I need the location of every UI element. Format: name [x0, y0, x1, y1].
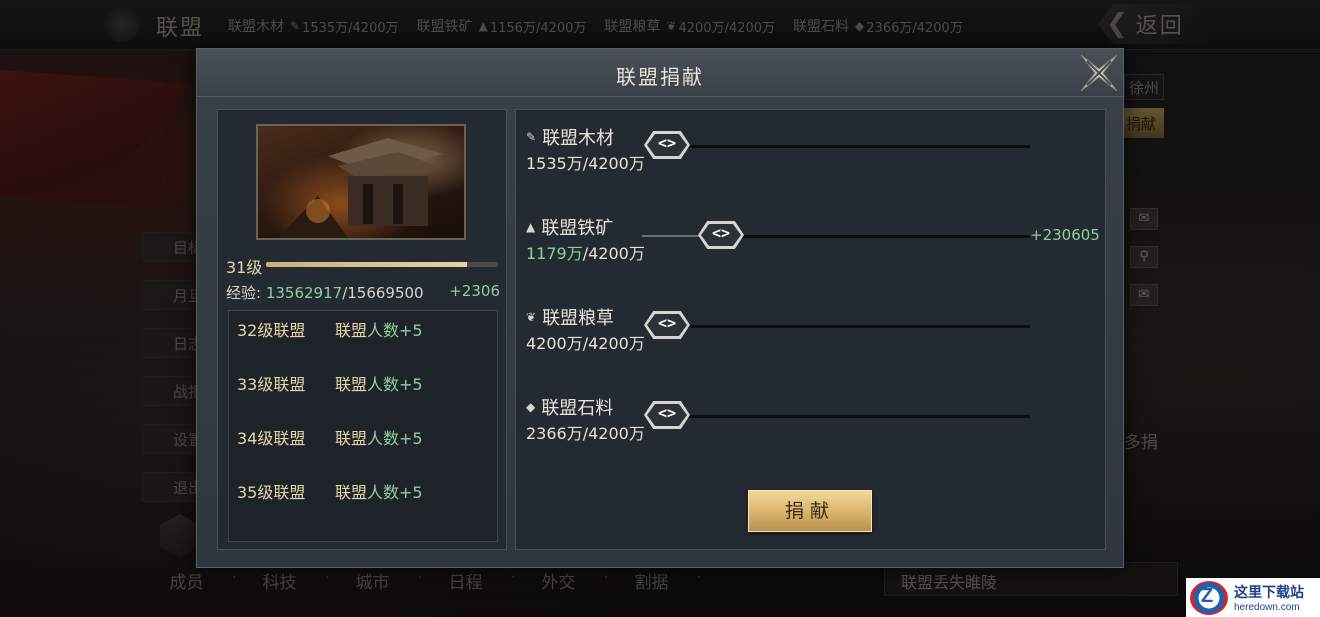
unlock-prefix: 联盟 — [335, 375, 368, 394]
list-item: 33级联盟 联盟 人数+5 — [237, 371, 497, 395]
watermark-text: 这里下载站 heredown.com — [1234, 582, 1304, 613]
resource-amount: 2366万/4200万 — [526, 420, 645, 444]
resource-current: 4200万 — [526, 334, 583, 353]
donation-slider-track[interactable] — [676, 145, 1030, 148]
resource-name-label: 联盟木材 — [542, 128, 615, 149]
unlock-level: 32级联盟 — [237, 321, 306, 340]
watermark-en: heredown.com — [1234, 602, 1300, 613]
alliance-level: 31级 — [226, 258, 263, 277]
donation-gain: +230605 — [1030, 226, 1100, 244]
alliance-level-panel: 31级 经验: 13562917/15669500 +2306 32级联盟 联盟… — [217, 109, 507, 550]
close-icon — [1080, 54, 1118, 92]
unlock-benefit: 人数+5 — [367, 429, 423, 448]
donation-slider-filled — [642, 235, 702, 237]
slider-arrows-icon: <> — [657, 314, 677, 332]
resource-current: 1535万 — [526, 154, 583, 173]
stone-icon: ◆ — [526, 400, 536, 414]
resource-name: ❦ 联盟粮草 — [526, 304, 614, 330]
resource-name: ◆ 联盟石料 — [526, 394, 613, 420]
wood-icon: ✎ — [526, 130, 537, 144]
resource-current: 1179万 — [526, 244, 583, 263]
unlock-prefix: 联盟 — [335, 483, 368, 502]
unlock-benefit: 人数+5 — [367, 375, 423, 394]
resource-total: /4200万 — [582, 334, 645, 353]
unlock-prefix: 联盟 — [335, 321, 368, 340]
unlock-level: 34级联盟 — [237, 429, 306, 448]
slider-arrows-icon: <> — [657, 134, 677, 152]
list-item: 34级联盟 联盟 人数+5 — [237, 425, 497, 449]
alliance-city-image — [256, 124, 466, 240]
resource-name: ✎ 联盟木材 — [526, 124, 614, 150]
experience-current: 13562917 — [265, 284, 343, 302]
donation-slider-track[interactable] — [676, 325, 1030, 328]
resource-name-label: 联盟粮草 — [542, 308, 615, 329]
palace-illustration — [278, 138, 443, 238]
resource-amount: 4200万/4200万 — [526, 330, 645, 354]
experience-row: 经验: 13562917/15669500 +2306 — [226, 282, 500, 303]
donation-slider-handle[interactable]: <> — [644, 311, 690, 339]
unlock-level: 35级联盟 — [237, 483, 306, 502]
experience-label: 经验: — [226, 284, 262, 302]
slider-arrows-icon: <> — [657, 404, 677, 422]
list-item: 35级联盟 联盟 人数+5 — [237, 479, 497, 503]
resource-name-label: 联盟石料 — [541, 398, 614, 419]
iron-icon: ▲ — [526, 220, 536, 234]
slider-arrows-icon: <> — [711, 224, 731, 242]
donation-row-wood: ✎ 联盟木材 1535万/4200万 <> — [526, 124, 1096, 182]
experience-total: /15669500 — [342, 284, 424, 302]
resource-total: /4200万 — [582, 424, 645, 443]
dialog-title: 联盟捐献 — [616, 65, 704, 89]
unlock-level: 33级联盟 — [237, 375, 306, 394]
resource-total: /4200万 — [582, 154, 645, 173]
donation-row-iron: ▲ 联盟铁矿 1179万/4200万 <> +230605 — [526, 214, 1100, 272]
dialog-header: 联盟捐献 — [197, 49, 1123, 97]
resource-current: 2366万 — [526, 424, 583, 443]
donation-dialog: 联盟捐献 31级 经验: 13562917/15669500 +2306 32级… — [196, 48, 1124, 568]
level-progress-fill — [266, 262, 467, 267]
donation-slider-handle[interactable]: <> — [698, 221, 744, 249]
donation-slider-handle[interactable]: <> — [644, 131, 690, 159]
resource-name: ▲ 联盟铁矿 — [526, 214, 613, 240]
close-button[interactable] — [1077, 51, 1121, 95]
list-item: 32级联盟 联盟 人数+5 — [237, 317, 497, 341]
donation-slider-track[interactable] — [722, 235, 1030, 238]
unlock-prefix: 联盟 — [335, 429, 368, 448]
experience-gain: +2306 — [449, 282, 500, 300]
donate-button[interactable]: 捐献 — [748, 490, 872, 532]
level-unlock-list: 32级联盟 联盟 人数+5 33级联盟 联盟 人数+5 34级联盟 联盟 人数+5 3… — [228, 310, 498, 542]
resource-amount: 1179万/4200万 — [526, 240, 645, 264]
watermark-cn: 这里下载站 — [1234, 585, 1304, 601]
donation-slider-track[interactable] — [676, 415, 1030, 418]
donation-row-stone: ◆ 联盟石料 2366万/4200万 <> — [526, 394, 1096, 452]
donation-slider-handle[interactable]: <> — [644, 401, 690, 429]
resource-total: /4200万 — [582, 244, 645, 263]
donation-row-grain: ❦ 联盟粮草 4200万/4200万 <> — [526, 304, 1096, 362]
resource-donation-panel: ✎ 联盟木材 1535万/4200万 <> ▲ 联盟铁矿 1179万/4200万… — [515, 109, 1106, 550]
unlock-benefit: 人数+5 — [367, 321, 423, 340]
unlock-benefit: 人数+5 — [367, 483, 423, 502]
site-watermark: 这里下载站 heredown.com — [1186, 578, 1320, 617]
resource-name-label: 联盟铁矿 — [541, 218, 614, 239]
grain-icon: ❦ — [526, 310, 537, 324]
site-logo-icon — [1190, 580, 1228, 615]
resource-amount: 1535万/4200万 — [526, 150, 645, 174]
level-progress-bar — [266, 262, 498, 267]
